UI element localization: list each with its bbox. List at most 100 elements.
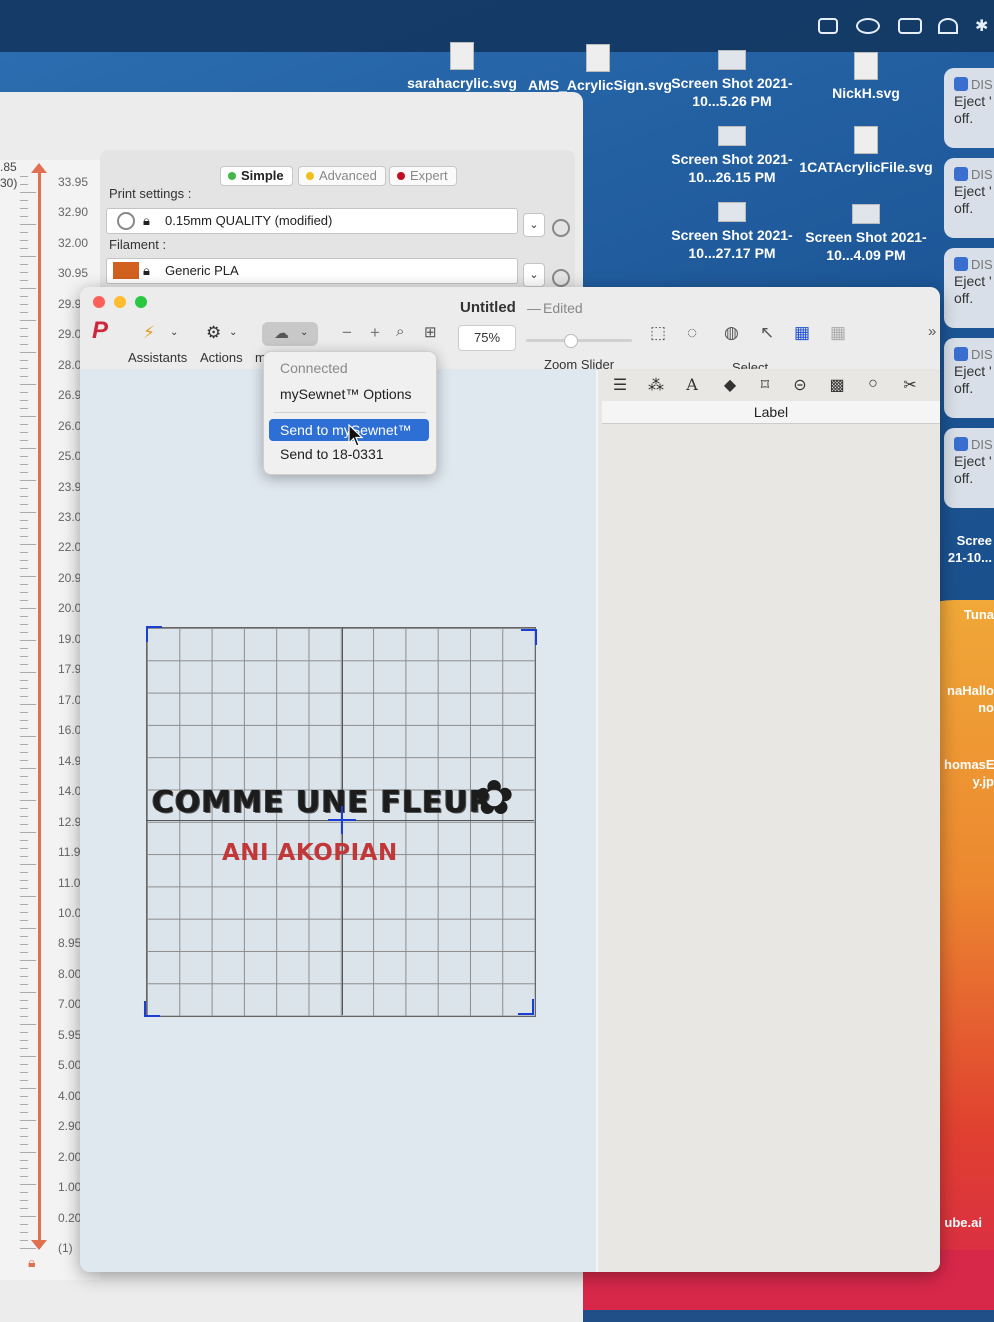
chevron-down-icon[interactable]: ⌄ [170,327,178,338]
ruler-value: 17.0 [58,692,82,707]
notification[interactable]: DIS Eject ' it off. [944,158,994,238]
menu-item-options[interactable]: mySewnet™ Options [280,386,412,402]
notification[interactable]: DIS Eject ' off. [944,68,994,148]
appliqué-icon[interactable]: ⌑ [753,375,777,395]
machine-icon: ☁︎ [274,325,289,342]
circle-icon[interactable]: ○ [861,375,885,393]
filament-select[interactable]: 🔒︎ Generic PLA [106,258,518,284]
disk-icon [954,257,968,271]
gear-icon[interactable]: ⚙ [206,323,221,343]
desktop-file-label[interactable]: Tuna [944,606,994,623]
ruler-tick [20,592,28,593]
file-icon [854,52,878,80]
mode-advanced[interactable]: Advanced [298,166,386,186]
zoom-slider[interactable] [526,339,632,342]
fit-icon[interactable]: ⊞ [424,323,437,341]
desktop-file[interactable]: Screen Shot 2021-10...26.15 PM [662,126,802,186]
embroidery-window: Untitled — Edited P ⚡︎ ⌄ Assistants ⚙ ⌄ … [80,287,940,1272]
magnifier-icon[interactable]: ⌕ [396,323,404,340]
gear-icon[interactable] [552,269,570,287]
print-settings-select[interactable]: 🔒︎ 0.15mm QUALITY (modified) [106,208,518,234]
zoom-button[interactable] [135,296,147,308]
status-icon[interactable] [818,18,838,34]
design-sub-text[interactable]: ANI AKOPIAN [222,840,398,866]
cloud-icon[interactable] [856,18,880,34]
stitch-icon[interactable]: ⁂ [644,375,668,395]
ruler-tick [20,184,28,185]
frame-icon[interactable]: ▩ [825,375,849,395]
hoop-corner [146,626,162,642]
assistants-label[interactable]: Assistants [128,350,187,365]
desktop-file[interactable]: AMS_AcrylicSign.svg [528,44,672,94]
fill-icon[interactable]: ◆ [718,375,742,395]
minimize-button[interactable] [114,296,126,308]
desktop-file[interactable]: sarahacrylic.svg [392,42,532,92]
flower-icon[interactable]: ✿ [474,775,514,823]
desktop-file[interactable]: Screen Shot 2021-10...5.26 PM [662,50,802,110]
desktop-file[interactable]: 1CATAcrylicFile.svg [796,126,936,176]
freehand-select-icon[interactable]: ◍ [724,323,739,343]
lasso-select-icon[interactable]: ◌ [687,323,697,343]
mode-expert[interactable]: Expert [389,166,457,186]
mode-simple[interactable]: Simple [220,166,293,186]
desktop-file-label[interactable]: Scree 21-10... [944,532,992,566]
ruler-tick [20,688,28,689]
notification[interactable]: DIS Eject ' it off. [944,428,994,508]
zoom-out-icon[interactable]: − [342,323,352,343]
rect-select-icon[interactable]: ⬚ [650,323,666,343]
airdrop-icon[interactable] [938,18,958,34]
close-button[interactable] [93,296,105,308]
ruler-tick [20,856,28,857]
print-settings-dropdown[interactable]: ⌄ [523,213,545,237]
actions-label[interactable]: Actions [200,350,243,365]
desktop-file[interactable]: Screen Shot 2021-10...27.17 PM [662,202,802,262]
notification[interactable]: DIS Eject ' it off. [944,248,994,328]
ruler-tick [20,1008,28,1009]
app-logo-icon[interactable]: P [92,317,108,345]
desktop-file-label[interactable]: naHallo no [944,682,994,716]
desktop-file[interactable]: NickH.svg [796,52,936,102]
lightning-icon[interactable]: ⚡︎ [143,323,155,343]
lock-icon[interactable]: 🔒︎ [28,1254,35,1271]
list-icon[interactable]: ☰ [608,375,632,395]
ruler-tick [20,968,28,969]
ruler-value: 5.95 [58,1027,82,1042]
overflow-chevron-icon[interactable]: » [928,323,936,340]
ruler-tick [20,976,28,977]
text-icon[interactable]: A [680,375,704,394]
mysewnet-button[interactable]: ☁︎ ⌄ [262,322,318,346]
menu-item-send-mysewnet[interactable]: Send to mySewnet™ [280,422,412,438]
layer-slider-top-handle[interactable] [31,163,47,173]
zoom-in-icon[interactable]: + [370,323,380,343]
ruler-value: 20.9 [58,570,82,585]
notification[interactable]: DIS Eject ' off. [944,338,994,418]
ruler-tick [20,728,28,729]
grid-view-icon[interactable]: ▦ [794,323,810,343]
menu-item-send-device[interactable]: Send to 18-0331 [280,446,384,462]
ruler-tick [20,824,28,825]
display-icon[interactable] [898,18,922,34]
ruler-tick [20,1168,28,1169]
zoom-field[interactable]: 75% [458,325,516,351]
desktop-file-label[interactable]: homasE y.jp [944,756,994,790]
chevron-down-icon[interactable]: ⌄ [229,327,237,338]
gear-icon[interactable] [552,219,570,237]
ruler-tick [20,352,36,353]
grid-alt-icon[interactable]: ▦ [830,323,846,343]
button-icon[interactable]: ⊝ [788,375,812,395]
ruler-tick [20,1224,28,1225]
scissors-icon[interactable]: ✂ [898,375,922,395]
zoom-slider-thumb[interactable] [564,334,578,348]
ruler-tick [20,408,28,409]
pointer-select-icon[interactable]: ↖ [760,323,774,343]
filament-dropdown[interactable]: ⌄ [523,263,545,287]
ruler-tick [20,392,28,393]
bluetooth-icon[interactable]: ✱ [975,16,988,36]
ruler-tick [20,552,28,553]
layer-slider-track[interactable] [38,168,41,1248]
desktop-file[interactable]: Screen Shot 2021-10...4.09 PM [796,204,936,264]
ruler-tick [20,1024,36,1025]
desktop-file-label[interactable]: ube.ai [940,1214,982,1231]
design-main-text[interactable]: COMME UNE FLEUR [152,785,493,820]
ruler-tick [20,1232,28,1233]
